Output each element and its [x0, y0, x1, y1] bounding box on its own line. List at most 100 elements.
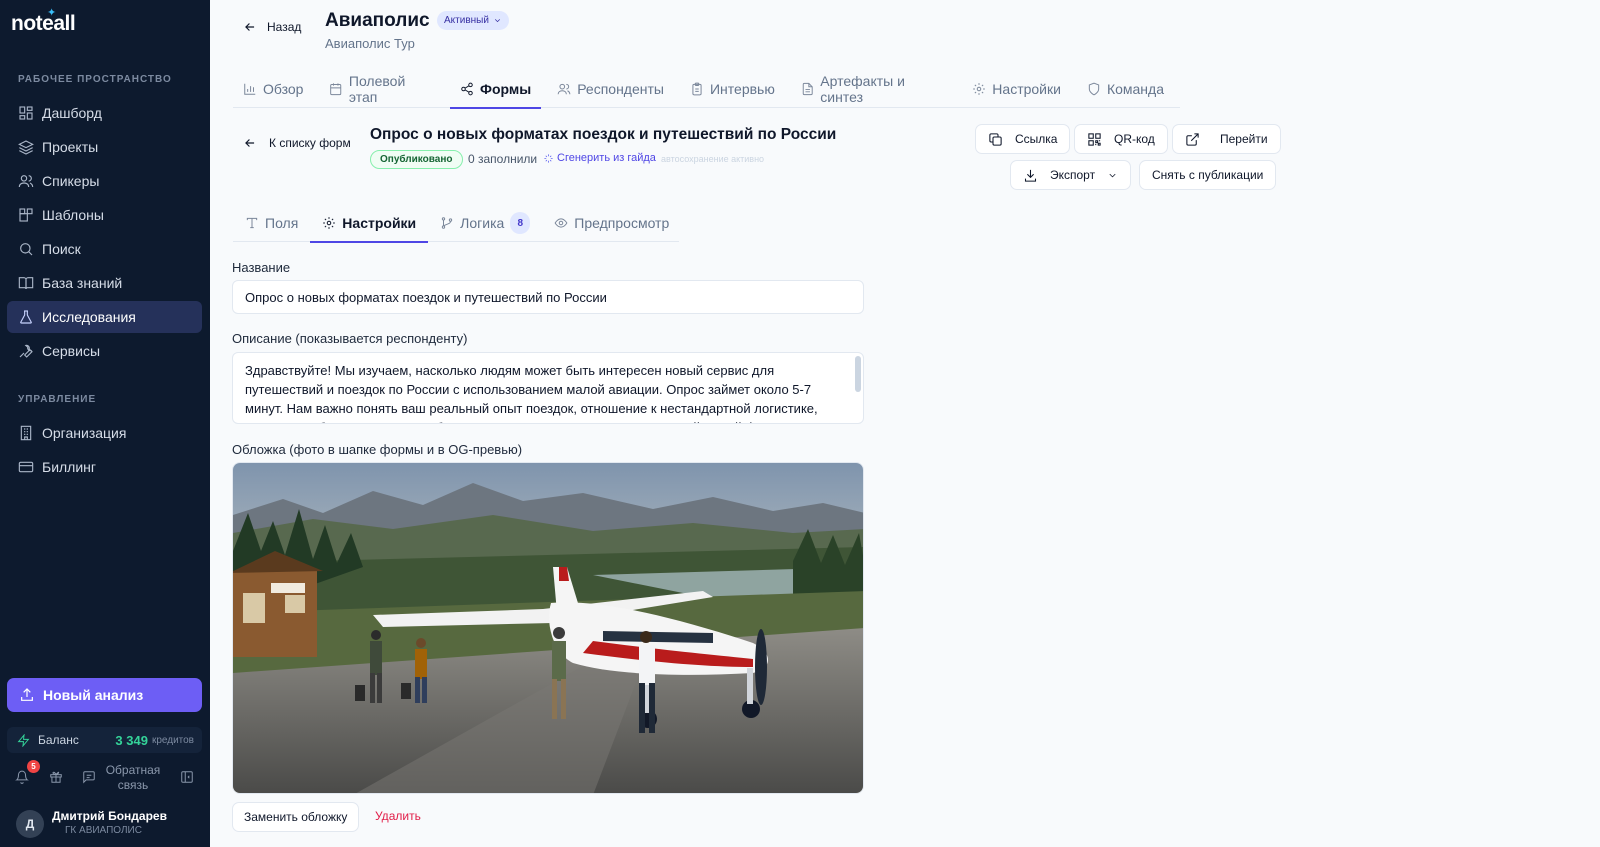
unpublish-button[interactable]: Снять с публикации — [1139, 160, 1277, 190]
generate-from-guide-link[interactable]: Сгенерить из гайда — [543, 152, 656, 164]
cover-photo — [233, 463, 863, 793]
avatar: Д — [16, 810, 44, 838]
download-icon — [1024, 169, 1037, 182]
sidebar-item-label: Поиск — [42, 241, 81, 257]
page-subtitle: Авиаполис Тур — [325, 36, 415, 51]
type-icon — [246, 217, 258, 229]
clipboard-icon — [692, 82, 702, 96]
sidebar-item-search[interactable]: Поиск — [7, 233, 202, 265]
arrow-left-icon — [245, 139, 255, 147]
name-label: Название — [232, 260, 291, 275]
back-to-forms-button[interactable]: К списку форм — [243, 136, 351, 150]
sparkle-icon: ✦ — [47, 7, 56, 19]
flask-icon — [18, 309, 34, 325]
layers-icon — [18, 139, 34, 155]
lightning-icon — [17, 733, 30, 747]
collapse-sidebar-icon[interactable] — [180, 770, 196, 786]
textarea-scrollbar[interactable] — [855, 356, 861, 392]
sidebar-item-label: Дашборд — [42, 105, 102, 121]
tab-fields[interactable]: Поля — [233, 204, 310, 242]
delete-cover-button[interactable]: Удалить — [375, 809, 421, 823]
sidebar-item-label: Исследования — [42, 309, 136, 325]
tab-respondents[interactable]: Респонденты — [547, 70, 674, 108]
sidebar: noteall ✦ РАБОЧЕЕ ПРОСТРАНСТВО Дашборд Пр… — [0, 0, 210, 847]
cover-label: Обложка (фото в шапке формы и в OG-превь… — [232, 442, 523, 457]
users-icon — [557, 83, 571, 95]
section-workspace-label: РАБОЧЕЕ ПРОСТРАНСТВО — [18, 74, 172, 85]
calendar-icon — [330, 83, 342, 96]
file-icon — [802, 82, 813, 96]
balance-unit: кредитов — [151, 734, 194, 746]
section-manage-label: УПРАВЛЕНИЕ — [18, 394, 97, 405]
blocks-icon — [18, 207, 34, 223]
card-icon — [18, 459, 34, 475]
sidebar-item-billing[interactable]: Биллинг — [7, 451, 202, 483]
sidebar-utilities: 5 Обратная связь — [0, 760, 210, 796]
status-badge: Опубликовано — [370, 150, 463, 169]
copy-link-button[interactable]: Ссылка — [975, 124, 1071, 154]
sidebar-item-research[interactable]: Исследования — [7, 301, 202, 333]
tab-artifacts[interactable]: Артефакты и синтез — [791, 70, 956, 108]
cover-image — [232, 462, 864, 794]
description-label: Описание (показывается респонденту) — [232, 331, 468, 346]
bell-icon[interactable] — [15, 770, 31, 786]
form-description-textarea[interactable]: Здравствуйте! Мы изучаем, насколько людя… — [232, 352, 864, 424]
gift-icon[interactable] — [49, 770, 65, 786]
tab-preview[interactable]: Предпросмотр — [542, 204, 681, 242]
tab-settings[interactable]: Настройки — [962, 70, 1071, 108]
page-title: Авиаполис — [325, 10, 430, 31]
branch-icon — [442, 217, 453, 229]
copy-icon — [989, 132, 1002, 146]
qr-code-button[interactable]: QR-код — [1074, 124, 1168, 154]
sparkle-icon — [544, 153, 553, 163]
logic-count-badge: 8 — [510, 212, 531, 234]
back-button[interactable]: Назад — [243, 20, 301, 34]
sidebar-item-templates[interactable]: Шаблоны — [7, 199, 202, 231]
new-analysis-button[interactable]: Новый анализ — [7, 678, 202, 712]
status-dropdown[interactable]: Активный — [437, 11, 509, 30]
sidebar-item-dashboard[interactable]: Дашборд — [7, 97, 202, 129]
responses-count: 0 заполнили — [468, 152, 538, 166]
dashboard-icon — [18, 105, 34, 121]
sidebar-item-label: Проекты — [42, 139, 99, 155]
tab-field-stage[interactable]: Полевой этап — [319, 70, 444, 108]
export-button[interactable]: Экспорт — [1010, 160, 1132, 190]
sidebar-item-label: Сервисы — [42, 343, 101, 359]
tab-forms[interactable]: Формы — [450, 70, 542, 109]
user-profile[interactable]: Д Дмитрий Бондарев ГК АВИАПОЛИС — [0, 804, 210, 844]
sidebar-item-speakers[interactable]: Спикеры — [7, 165, 202, 197]
bar-chart-icon — [244, 83, 256, 95]
form-subtabs: Поля Настройки Логика 8 Предпросмотр — [233, 204, 681, 243]
form-name-input[interactable]: Опрос о новых форматах поездок и путешес… — [232, 280, 864, 314]
sidebar-item-organization[interactable]: Организация — [7, 417, 202, 449]
wrench-icon — [18, 343, 34, 359]
share-icon — [461, 82, 473, 96]
sidebar-item-label: База знаний — [42, 275, 123, 291]
app-logo[interactable]: noteall ✦ — [11, 7, 76, 36]
feedback-icon[interactable] — [82, 770, 98, 786]
search-icon — [18, 241, 34, 257]
building-icon — [18, 425, 34, 441]
tab-overview[interactable]: Обзор — [233, 70, 313, 108]
balance-widget[interactable]: Баланс 3 349 кредитов — [7, 727, 202, 753]
sidebar-item-services[interactable]: Сервисы — [7, 335, 202, 367]
user-name: Дмитрий Бондарев — [52, 809, 167, 823]
open-form-button[interactable]: Перейти — [1172, 124, 1281, 154]
chevron-down-icon — [494, 19, 500, 23]
tab-interviews[interactable]: Интервью — [680, 70, 785, 108]
sidebar-item-projects[interactable]: Проекты — [7, 131, 202, 163]
sidebar-item-label: Биллинг — [42, 459, 97, 475]
autosave-status: автосохранение активно — [661, 154, 765, 164]
sidebar-item-label: Спикеры — [42, 173, 100, 189]
replace-cover-button[interactable]: Заменить обложку — [232, 802, 360, 832]
form-title: Опрос о новых форматах поездок и путешес… — [370, 126, 837, 143]
tab-logic[interactable]: Логика 8 — [428, 204, 542, 242]
tab-form-settings[interactable]: Настройки — [310, 204, 429, 243]
chevron-down-icon — [1109, 173, 1116, 177]
feedback-link[interactable]: Обратная связь — [104, 763, 162, 793]
sidebar-item-knowledge-base[interactable]: База знаний — [7, 267, 202, 299]
project-tabs: Обзор Полевой этап Формы Респонденты Инт… — [233, 70, 1180, 109]
users-icon — [18, 173, 34, 189]
sidebar-item-label: Шаблоны — [42, 207, 104, 223]
tab-team[interactable]: Команда — [1077, 70, 1174, 108]
